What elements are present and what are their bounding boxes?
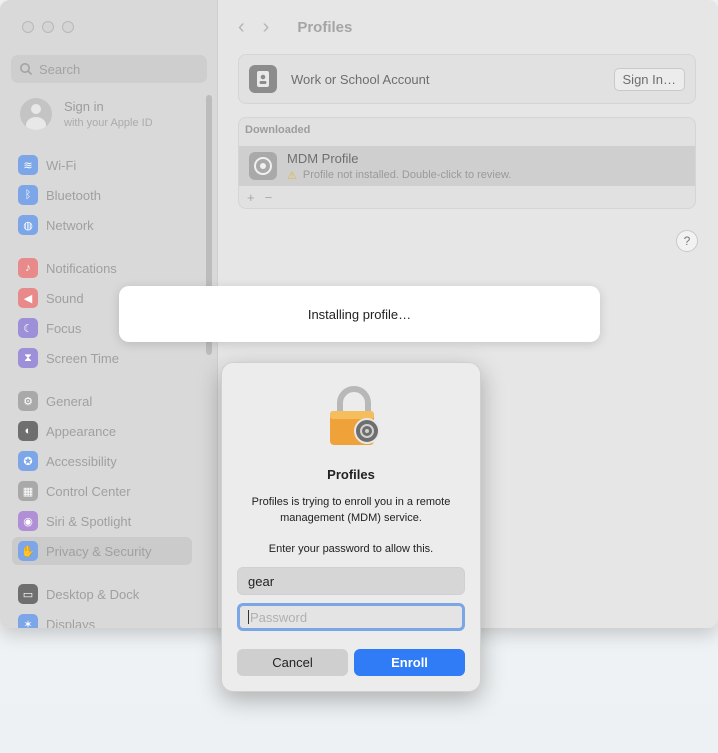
signin-title: Sign in bbox=[64, 99, 104, 114]
enroll-auth-dialog: Profiles Profiles is trying to enroll yo… bbox=[221, 362, 481, 692]
apple-id-signin[interactable]: Sign in with your Apple ID bbox=[20, 98, 153, 130]
sidebar-item-label: Control Center bbox=[46, 483, 131, 499]
installing-text: Installing profile… bbox=[307, 306, 412, 322]
appearance-icon: ◐ bbox=[18, 421, 38, 441]
window-controls bbox=[22, 21, 74, 33]
help-button[interactable]: ? bbox=[676, 230, 698, 252]
sidebar-item-label: Bluetooth bbox=[46, 187, 101, 203]
sidebar-item-label: General bbox=[46, 393, 93, 409]
search-field[interactable]: Search bbox=[11, 55, 207, 83]
remove-profile-button[interactable]: − bbox=[265, 190, 273, 205]
installing-profile-banner: Installing profile… bbox=[119, 286, 600, 342]
toolbar: ‹ › Profiles bbox=[238, 16, 352, 39]
sidebar-item-label: Sound bbox=[46, 290, 84, 306]
work-account-row: Work or School Account Sign In… bbox=[238, 54, 696, 104]
padlock-icon bbox=[330, 386, 380, 445]
sidebar-item-notifications[interactable]: ♪ Notifications bbox=[12, 254, 192, 282]
wifi-icon: ≋ bbox=[18, 155, 38, 175]
sidebar-item-label: Accessibility bbox=[46, 453, 117, 469]
sidebar-item-displays[interactable]: ✶ Displays bbox=[12, 610, 192, 628]
avatar bbox=[20, 98, 52, 130]
dialog-message: Profiles is trying to enroll you in a re… bbox=[251, 496, 451, 524]
signin-subtitle: with your Apple ID bbox=[64, 117, 153, 129]
username-field[interactable]: gear bbox=[237, 567, 465, 595]
work-account-label: Work or School Account bbox=[291, 71, 430, 87]
sidebar-item-label: Notifications bbox=[46, 260, 117, 276]
mdm-profile-status: Profile not installed. Double-click to r… bbox=[302, 169, 512, 181]
minimize-button[interactable] bbox=[42, 21, 54, 33]
sidebar-item-label: Appearance bbox=[46, 423, 117, 439]
sidebar-item-desktop-dock[interactable]: ▭ Desktop & Dock bbox=[12, 580, 192, 608]
sidebar-item-label: Wi-Fi bbox=[46, 157, 77, 173]
downloaded-profiles-list: Downloaded MDM Profile ⚠ Profile not ins… bbox=[238, 117, 696, 209]
sidebar-item-network[interactable]: ◍ Network bbox=[12, 211, 192, 239]
sidebar-item-wifi[interactable]: ≋ Wi-Fi bbox=[12, 151, 192, 179]
dock-icon: ▭ bbox=[18, 584, 38, 604]
globe-icon: ◍ bbox=[18, 215, 38, 235]
search-placeholder: Search bbox=[39, 61, 81, 77]
page-title: Profiles bbox=[297, 19, 353, 36]
gear-icon: ⚙ bbox=[18, 391, 38, 411]
hourglass-icon: ⧗ bbox=[18, 348, 38, 368]
close-button[interactable] bbox=[22, 21, 34, 33]
password-field[interactable]: Password bbox=[237, 603, 465, 631]
dialog-title: Profiles bbox=[327, 467, 375, 482]
mdm-profile-title: MDM Profile bbox=[287, 150, 359, 166]
control-center-icon: ▦ bbox=[18, 481, 38, 501]
back-chevron-icon[interactable]: ‹ bbox=[238, 16, 245, 39]
sidebar-item-privacy-security[interactable]: ✋ Privacy & Security bbox=[12, 537, 192, 565]
sidebar-item-label: Displays bbox=[46, 616, 96, 629]
zoom-button[interactable] bbox=[62, 21, 74, 33]
bell-icon: ♪ bbox=[18, 258, 38, 278]
hand-icon: ✋ bbox=[18, 541, 38, 561]
sidebar-item-control-center[interactable]: ▦ Control Center bbox=[12, 477, 192, 505]
downloaded-header: Downloaded bbox=[245, 124, 311, 136]
display-icon: ✶ bbox=[18, 614, 38, 628]
cancel-button[interactable]: Cancel bbox=[237, 649, 348, 676]
sidebar-item-bluetooth[interactable]: ᛒ Bluetooth bbox=[12, 181, 192, 209]
sidebar-item-appearance[interactable]: ◐ Appearance bbox=[12, 417, 192, 445]
accessibility-icon: ✪ bbox=[18, 451, 38, 471]
sidebar-item-siri-spotlight[interactable]: ◉ Siri & Spotlight bbox=[12, 507, 192, 535]
id-badge-icon bbox=[249, 65, 277, 93]
mdm-profile-row[interactable]: MDM Profile ⚠ Profile not installed. Dou… bbox=[239, 146, 695, 186]
text-caret bbox=[248, 610, 249, 624]
dialog-prompt: Enter your password to allow this. bbox=[268, 543, 434, 555]
sign-in-button[interactable]: Sign In… bbox=[613, 67, 685, 91]
speaker-icon: ◀ bbox=[18, 288, 38, 308]
warning-icon: ⚠ bbox=[287, 169, 297, 182]
sidebar-item-label: Desktop & Dock bbox=[46, 586, 140, 602]
enroll-button[interactable]: Enroll bbox=[354, 649, 465, 676]
sidebar-item-accessibility[interactable]: ✪ Accessibility bbox=[12, 447, 192, 475]
sidebar-item-label: Screen Time bbox=[46, 350, 119, 366]
add-profile-button[interactable]: + bbox=[247, 190, 255, 205]
sidebar-item-screen-time[interactable]: ⧗ Screen Time bbox=[12, 344, 192, 372]
sidebar-item-label: Focus bbox=[46, 320, 82, 336]
sidebar-item-label: Privacy & Security bbox=[46, 543, 152, 559]
search-icon bbox=[20, 63, 33, 76]
moon-icon: ☾ bbox=[18, 318, 38, 338]
siri-icon: ◉ bbox=[18, 511, 38, 531]
username-value: gear bbox=[248, 573, 275, 589]
forward-chevron-icon[interactable]: › bbox=[263, 16, 270, 39]
sidebar-item-label: Network bbox=[46, 217, 94, 233]
sidebar-item-label: Siri & Spotlight bbox=[46, 513, 132, 529]
bluetooth-icon: ᛒ bbox=[18, 185, 38, 205]
sidebar-item-general[interactable]: ⚙ General bbox=[12, 387, 192, 415]
password-placeholder: Password bbox=[250, 609, 308, 625]
profile-gear-icon bbox=[249, 152, 277, 180]
